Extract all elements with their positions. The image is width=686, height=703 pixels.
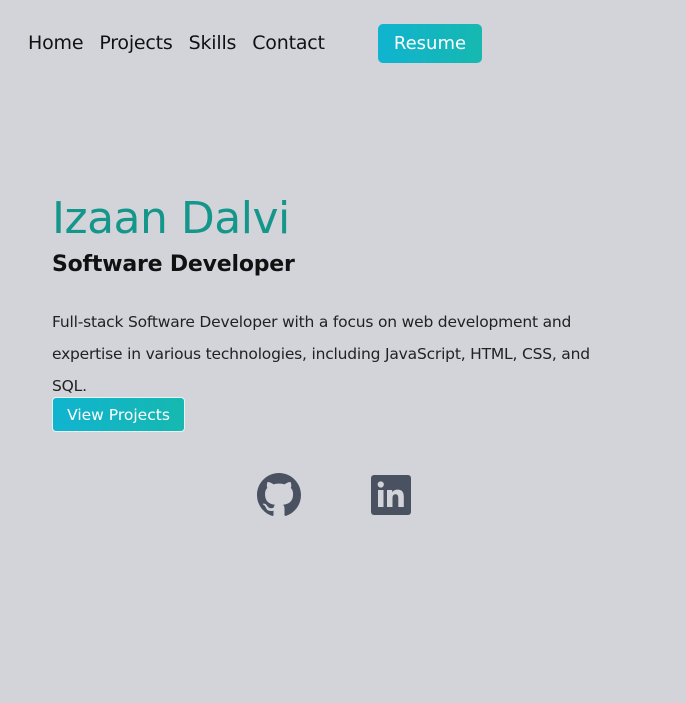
resume-button[interactable]: Resume (378, 24, 482, 63)
nav-contact-link[interactable]: Contact (252, 24, 325, 63)
hero-description: Full-stack Software Developer with a foc… (52, 313, 590, 395)
github-icon[interactable] (257, 473, 301, 517)
hero-name: Izaan Dalvi (52, 193, 290, 244)
hero-role: Software Developer (52, 252, 295, 277)
hero-section: Izaan Dalvi Software Developer Full-stac… (52, 190, 652, 402)
nav-skills-link[interactable]: Skills (189, 24, 237, 63)
top-nav: Home Projects Skills Contact (28, 24, 341, 63)
nav-home-link[interactable]: Home (28, 24, 84, 63)
nav-projects-link[interactable]: Projects (99, 24, 173, 63)
view-projects-button[interactable]: View Projects (52, 397, 185, 432)
linkedin-icon[interactable] (371, 475, 411, 515)
